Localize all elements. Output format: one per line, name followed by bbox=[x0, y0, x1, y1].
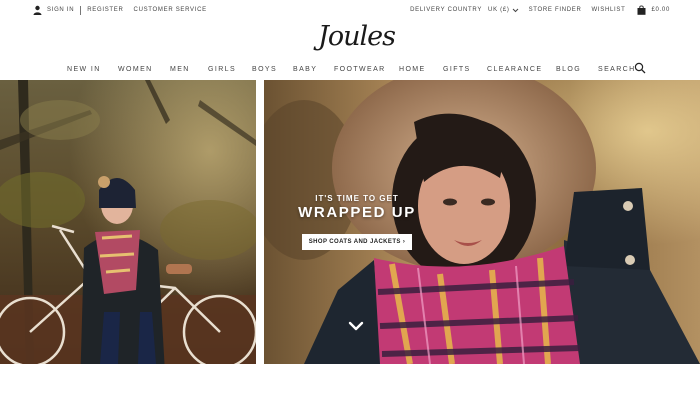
customer-service-link[interactable]: CUSTOMER SERVICE bbox=[134, 7, 207, 13]
logo-wordmark: Joules bbox=[318, 21, 396, 52]
nav-search[interactable]: SEARCH bbox=[598, 64, 636, 76]
nav-new-in[interactable]: NEW IN bbox=[67, 64, 101, 76]
nav-girls[interactable]: GIRLS bbox=[208, 64, 236, 76]
account-links: SIGN IN REGISTER CUSTOMER SERVICE bbox=[33, 5, 207, 15]
main-navigation: NEW IN WOMEN MEN GIRLS BOYS BABY FOOTWEA… bbox=[0, 64, 700, 78]
wishlist-link[interactable]: WISHLIST bbox=[592, 7, 626, 13]
hero-promo: IT'S TIME TO GET WRAPPED UP bbox=[294, 194, 420, 221]
shop-coats-button[interactable]: SHOP COATS AND JACKETS › bbox=[302, 234, 412, 250]
delivery-country-label: DELIVERY COUNTRY bbox=[410, 7, 483, 13]
divider bbox=[80, 5, 82, 15]
nav-blog[interactable]: BLOG bbox=[556, 64, 581, 76]
search-icon[interactable] bbox=[634, 62, 646, 74]
chevron-down-icon[interactable] bbox=[348, 320, 364, 332]
basket-total[interactable]: £0.00 bbox=[651, 7, 670, 13]
nav-baby[interactable]: BABY bbox=[293, 64, 317, 76]
chevron-down-icon[interactable] bbox=[512, 8, 519, 13]
nav-home[interactable]: HOME bbox=[399, 64, 426, 76]
bicycle-woodland-photo bbox=[0, 80, 256, 364]
nav-boys[interactable]: BOYS bbox=[252, 64, 277, 76]
sign-in-link[interactable]: SIGN IN bbox=[47, 7, 74, 13]
shopping-bag-icon[interactable] bbox=[637, 5, 646, 15]
nav-clearance[interactable]: CLEARANCE bbox=[487, 64, 542, 76]
store-links: DELIVERY COUNTRY UK (£) STORE FINDER WIS… bbox=[410, 5, 670, 15]
store-finder-link[interactable]: STORE FINDER bbox=[529, 7, 582, 13]
nav-footwear[interactable]: FOOTWEAR bbox=[334, 64, 386, 76]
delivery-country-select[interactable]: UK (£) bbox=[488, 7, 510, 13]
hero-image-wrapped-up[interactable] bbox=[264, 80, 700, 364]
fur-hood-tartan-photo bbox=[264, 80, 700, 364]
promo-headline: WRAPPED UP bbox=[298, 204, 416, 221]
nav-gifts[interactable]: GIFTS bbox=[443, 64, 471, 76]
nav-women[interactable]: WOMEN bbox=[118, 64, 153, 76]
promo-kicker: IT'S TIME TO GET bbox=[315, 194, 399, 203]
hero-image-bicycle[interactable] bbox=[0, 80, 256, 364]
utility-bar: SIGN IN REGISTER CUSTOMER SERVICE DELIVE… bbox=[0, 0, 700, 20]
nav-men[interactable]: MEN bbox=[170, 64, 190, 76]
user-icon bbox=[33, 5, 42, 15]
register-link[interactable]: REGISTER bbox=[87, 7, 123, 13]
joules-logo[interactable]: Joules bbox=[318, 18, 396, 56]
